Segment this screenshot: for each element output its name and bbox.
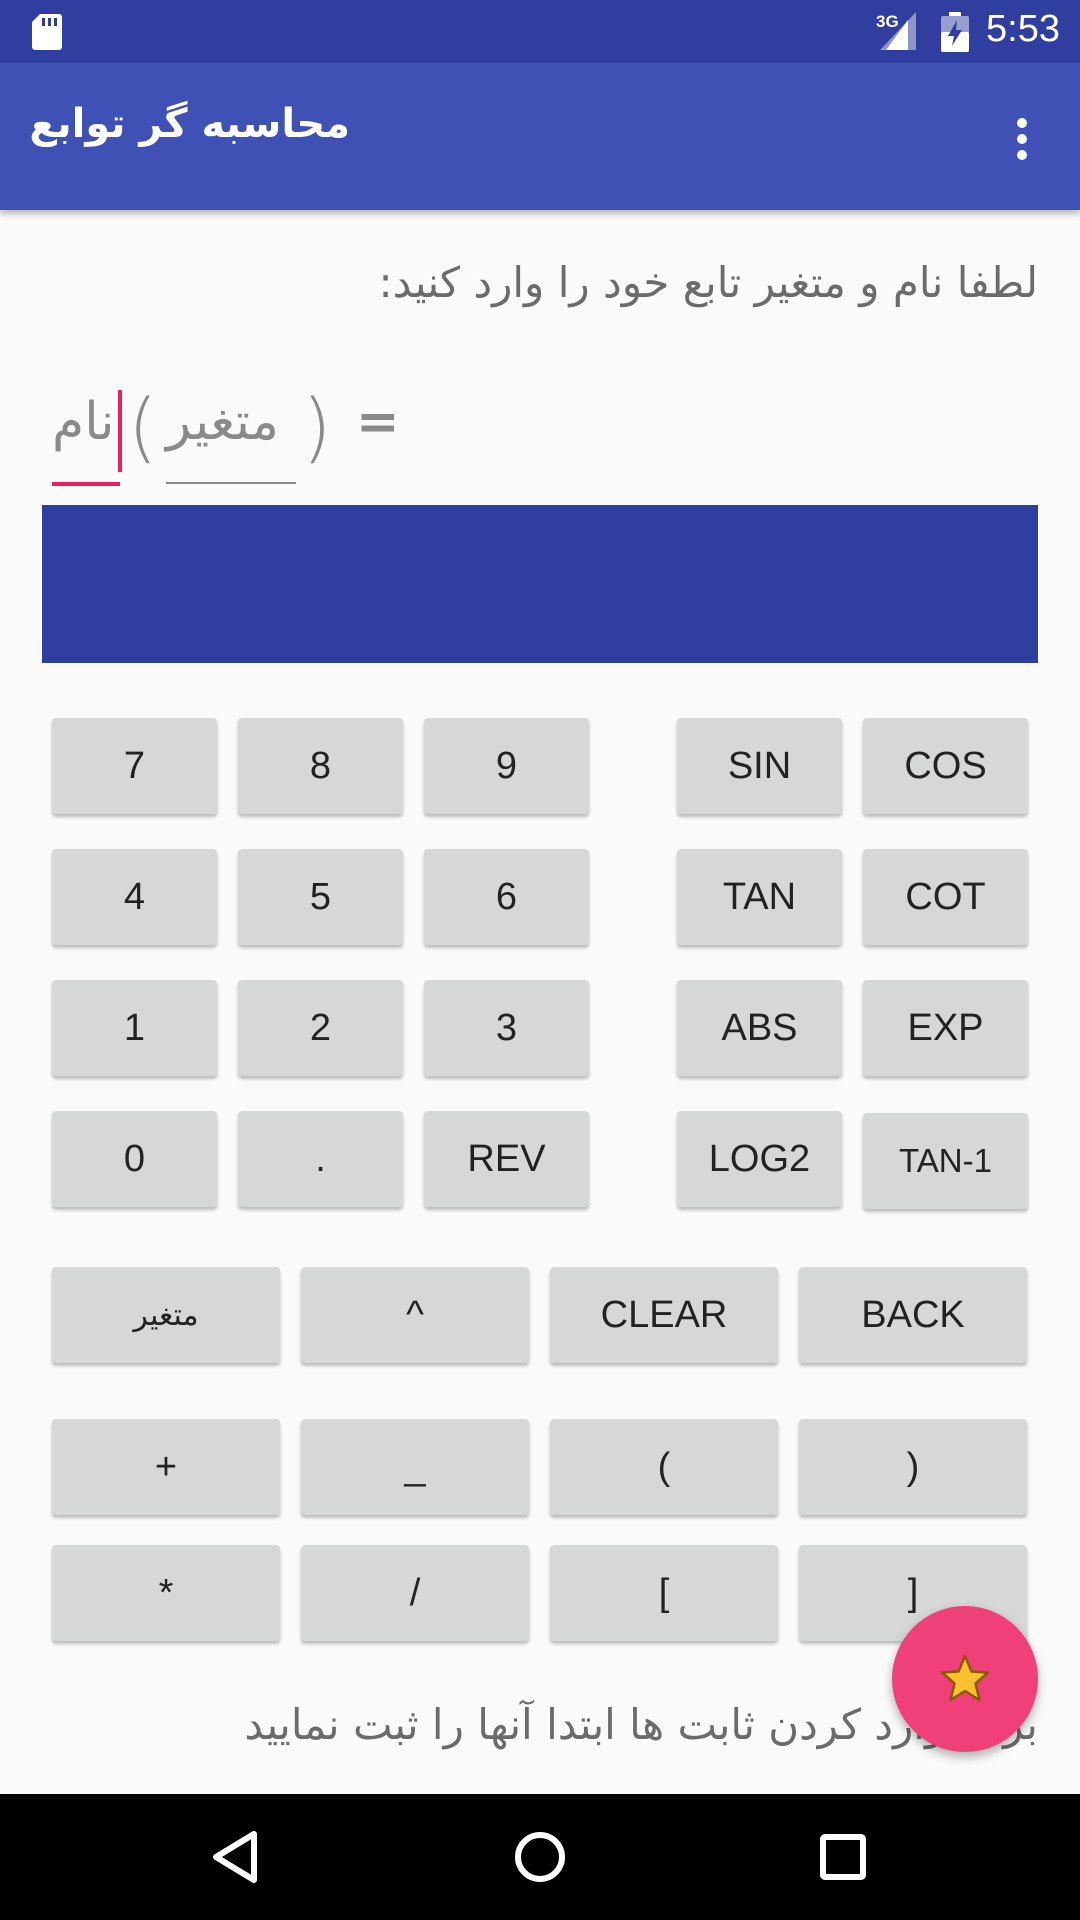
recents-icon[interactable]: [808, 1822, 878, 1892]
star-icon: [940, 1654, 990, 1702]
key-back[interactable]: BACK: [799, 1267, 1027, 1363]
key-variable[interactable]: متغیر: [52, 1267, 280, 1363]
navigation-bar: [0, 1794, 1080, 1920]
sd-card-icon: [32, 14, 62, 50]
more-vert-icon[interactable]: [1006, 115, 1038, 165]
function-name-underline: [52, 482, 120, 486]
variable-underline: [166, 482, 296, 484]
key-sin[interactable]: SIN: [677, 718, 842, 814]
key-4[interactable]: 4: [52, 849, 217, 945]
key-open-bracket[interactable]: [: [550, 1545, 778, 1641]
key-power[interactable]: ^: [301, 1267, 529, 1363]
key-abs[interactable]: ABS: [677, 980, 842, 1076]
instruction-text: لطفا نام و متغیر تابع خود را وارد کنید:: [378, 258, 1038, 307]
key-cot[interactable]: COT: [863, 849, 1028, 945]
key-decimal[interactable]: .: [238, 1111, 403, 1207]
battery-charging-icon: [941, 12, 969, 52]
key-log2[interactable]: LOG2: [677, 1111, 842, 1207]
expression-display[interactable]: [42, 505, 1038, 663]
open-paren: (: [128, 382, 158, 471]
key-8[interactable]: 8: [238, 718, 403, 814]
clock: 5:53: [986, 8, 1060, 50]
close-paren: ): [302, 382, 332, 471]
equals-sign: =: [356, 392, 400, 452]
signal-icon: [880, 12, 916, 50]
key-tan[interactable]: TAN: [677, 849, 842, 945]
function-definition-row: نام ( متغیر ) =: [42, 382, 442, 490]
key-3[interactable]: 3: [424, 980, 589, 1076]
key-2[interactable]: 2: [238, 980, 403, 1076]
variable-input[interactable]: متغیر: [166, 392, 279, 452]
text-cursor: [118, 390, 122, 472]
app-bar: محاسبه گر توابع: [0, 63, 1080, 210]
key-plus[interactable]: +: [52, 1419, 280, 1515]
function-name-input[interactable]: نام: [52, 392, 115, 452]
app-title: محاسبه گر توابع: [29, 101, 350, 147]
key-exp[interactable]: EXP: [863, 980, 1028, 1076]
home-icon[interactable]: [505, 1822, 575, 1892]
key-0[interactable]: 0: [52, 1111, 217, 1207]
key-rev[interactable]: REV: [424, 1111, 589, 1207]
key-open-paren[interactable]: (: [550, 1419, 778, 1515]
key-6[interactable]: 6: [424, 849, 589, 945]
key-1[interactable]: 1: [52, 980, 217, 1076]
key-multiply[interactable]: *: [52, 1545, 280, 1641]
key-arctan[interactable]: TAN-1: [863, 1113, 1028, 1209]
key-9[interactable]: 9: [424, 718, 589, 814]
key-7[interactable]: 7: [52, 718, 217, 814]
favorite-fab[interactable]: [892, 1606, 1038, 1752]
back-icon[interactable]: [202, 1822, 272, 1892]
key-clear[interactable]: CLEAR: [550, 1267, 778, 1363]
key-cos[interactable]: COS: [863, 718, 1028, 814]
status-bar: 3G 5:53: [0, 0, 1080, 63]
key-minus[interactable]: _: [301, 1419, 529, 1515]
key-close-paren[interactable]: ): [799, 1419, 1027, 1515]
key-5[interactable]: 5: [238, 849, 403, 945]
key-divide[interactable]: /: [301, 1545, 529, 1641]
